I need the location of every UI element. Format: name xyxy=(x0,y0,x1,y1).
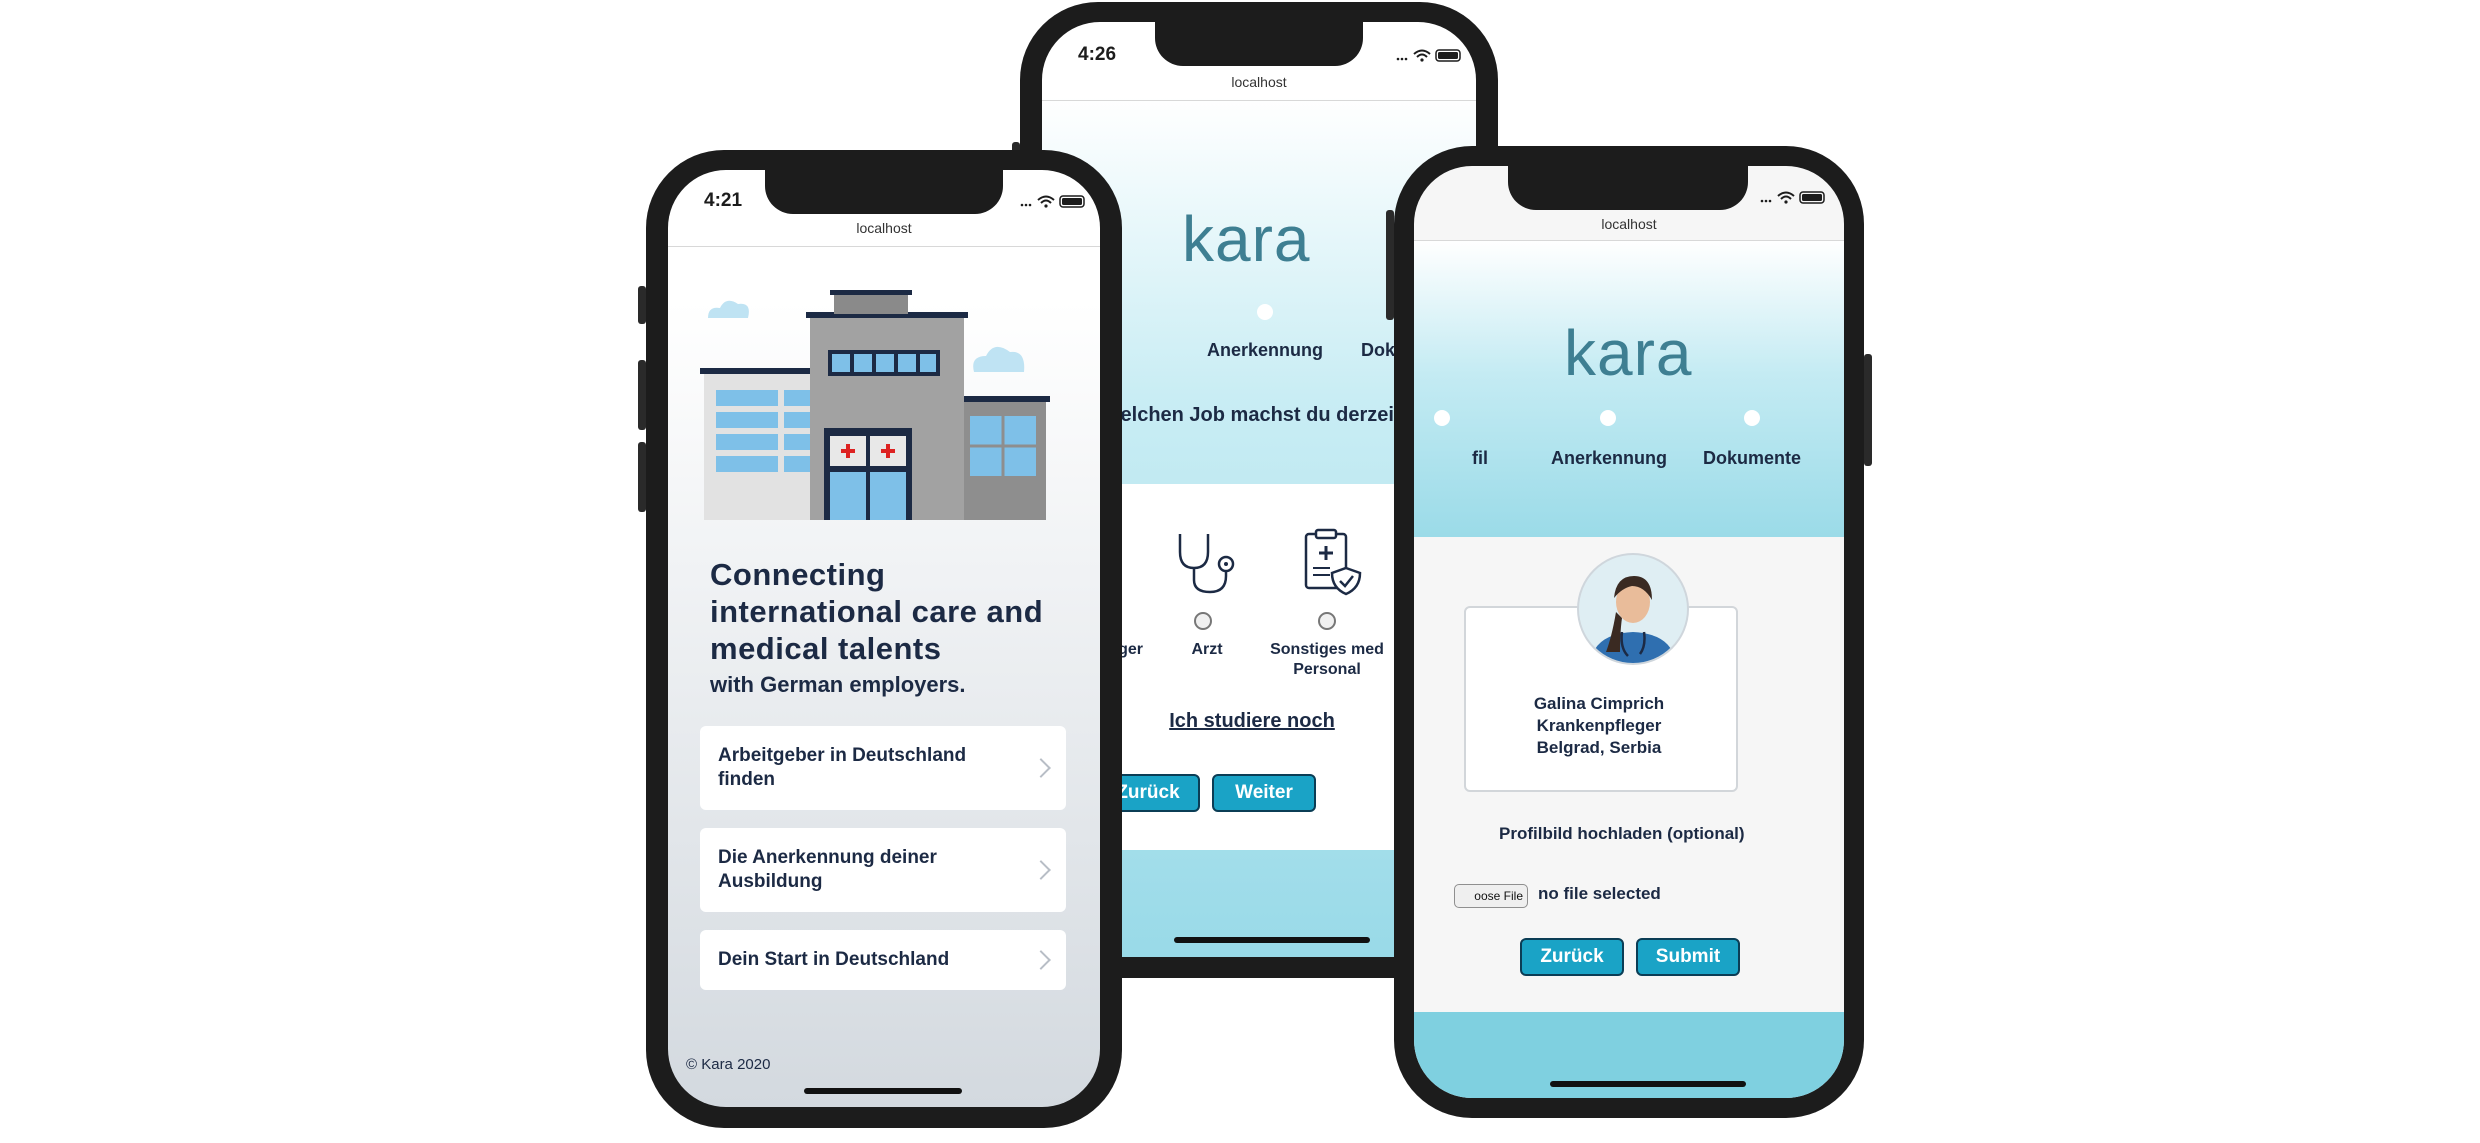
choose-file-button[interactable]: oose File xyxy=(1454,884,1528,908)
side-button xyxy=(1386,210,1394,320)
upload-label: Profilbild hochladen (optional) xyxy=(1499,824,1745,843)
job-label: Sonstiges med Personal xyxy=(1270,641,1384,678)
chevron-right-icon xyxy=(1031,758,1051,778)
hospital-illustration xyxy=(700,290,1050,520)
url-bar[interactable]: localhost xyxy=(1414,216,1844,232)
profile-name: Galina Cimprich xyxy=(1533,694,1665,713)
job-radio[interactable] xyxy=(1194,612,1212,630)
file-status: no file selected xyxy=(1538,884,1661,903)
profile-location: Belgrad, Serbia xyxy=(1536,738,1662,757)
side-button xyxy=(638,442,646,512)
profile-role: Krankenpfleger xyxy=(1536,716,1662,735)
step-label-dokumente: Dokumente xyxy=(1702,448,1801,468)
step-label-anerkennung: Anerkennung xyxy=(1206,340,1323,360)
kara-logo: kara xyxy=(1564,317,1693,389)
phone-left: 4:21 localhost Connecting international … xyxy=(638,150,1122,1128)
footer-copyright: © Kara 2020 xyxy=(686,1056,771,1073)
home-indicator xyxy=(1550,1081,1746,1087)
phone-right: localhost kara fil Anerkennung Dokumente… xyxy=(1386,146,1872,1118)
back-button[interactable]: Zurück xyxy=(1520,938,1624,976)
chevron-right-icon xyxy=(1031,950,1051,970)
phone-left-screen: 4:21 localhost Connecting international … xyxy=(668,170,1100,1107)
job-radio[interactable] xyxy=(1318,612,1336,630)
menu-item-employers[interactable]: Arbeitgeber in Deutschland finden xyxy=(700,726,1066,810)
menu-item-start[interactable]: Dein Start in Deutschland xyxy=(700,930,1066,990)
menu-item-label: Dein Start in Deutschland xyxy=(718,949,950,970)
phone-right-screen: localhost kara fil Anerkennung Dokumente… xyxy=(1414,166,1844,1098)
url-divider xyxy=(668,246,1100,247)
home-indicator xyxy=(804,1088,962,1094)
menu-item-label: Arbeitgeber in Deutschland finden xyxy=(718,745,967,790)
notch xyxy=(1508,166,1748,210)
status-icons xyxy=(1020,195,1085,208)
step-dot xyxy=(1600,410,1616,426)
avatar xyxy=(1577,553,1689,665)
step-dot xyxy=(1257,304,1273,320)
side-button xyxy=(638,360,646,430)
student-link[interactable]: Ich studiere noch xyxy=(1162,710,1342,733)
status-icons xyxy=(1760,191,1825,204)
status-time: 4:21 xyxy=(704,190,743,211)
status-icons xyxy=(1396,49,1461,62)
menu-item-recognition[interactable]: Die Anerkennung deiner Ausbildung xyxy=(700,828,1066,912)
step-dot xyxy=(1744,410,1760,426)
step-label-anerkennung: Anerkennung xyxy=(1550,448,1667,468)
status-time: 4:26 xyxy=(1078,44,1117,65)
menu-item-label: Die Anerkennung deiner Ausbildung xyxy=(718,847,937,892)
kara-logo: kara xyxy=(1182,203,1311,275)
stethoscope-icon xyxy=(1178,534,1235,594)
job-label: Arzt xyxy=(1191,641,1223,658)
medical-clipboard-icon xyxy=(1304,528,1362,596)
step-dot xyxy=(1434,410,1450,426)
next-button[interactable]: Weiter xyxy=(1212,774,1316,812)
headline: Connecting international care and medica… xyxy=(710,557,1044,666)
side-button xyxy=(1864,354,1872,466)
url-bar[interactable]: localhost xyxy=(1042,74,1476,90)
home-indicator xyxy=(1174,937,1370,943)
url-bar[interactable]: localhost xyxy=(668,220,1100,236)
notch xyxy=(765,170,1003,214)
notch xyxy=(1155,22,1363,66)
step-label-profile: fil xyxy=(1472,448,1488,468)
submit-button[interactable]: Submit xyxy=(1636,938,1740,976)
chevron-right-icon xyxy=(1031,860,1051,880)
side-button xyxy=(638,286,646,324)
job-question: Welchen Job machst du derzeit? xyxy=(1102,404,1413,426)
url-divider xyxy=(1042,100,1476,101)
subline: with German employers. xyxy=(710,672,966,697)
